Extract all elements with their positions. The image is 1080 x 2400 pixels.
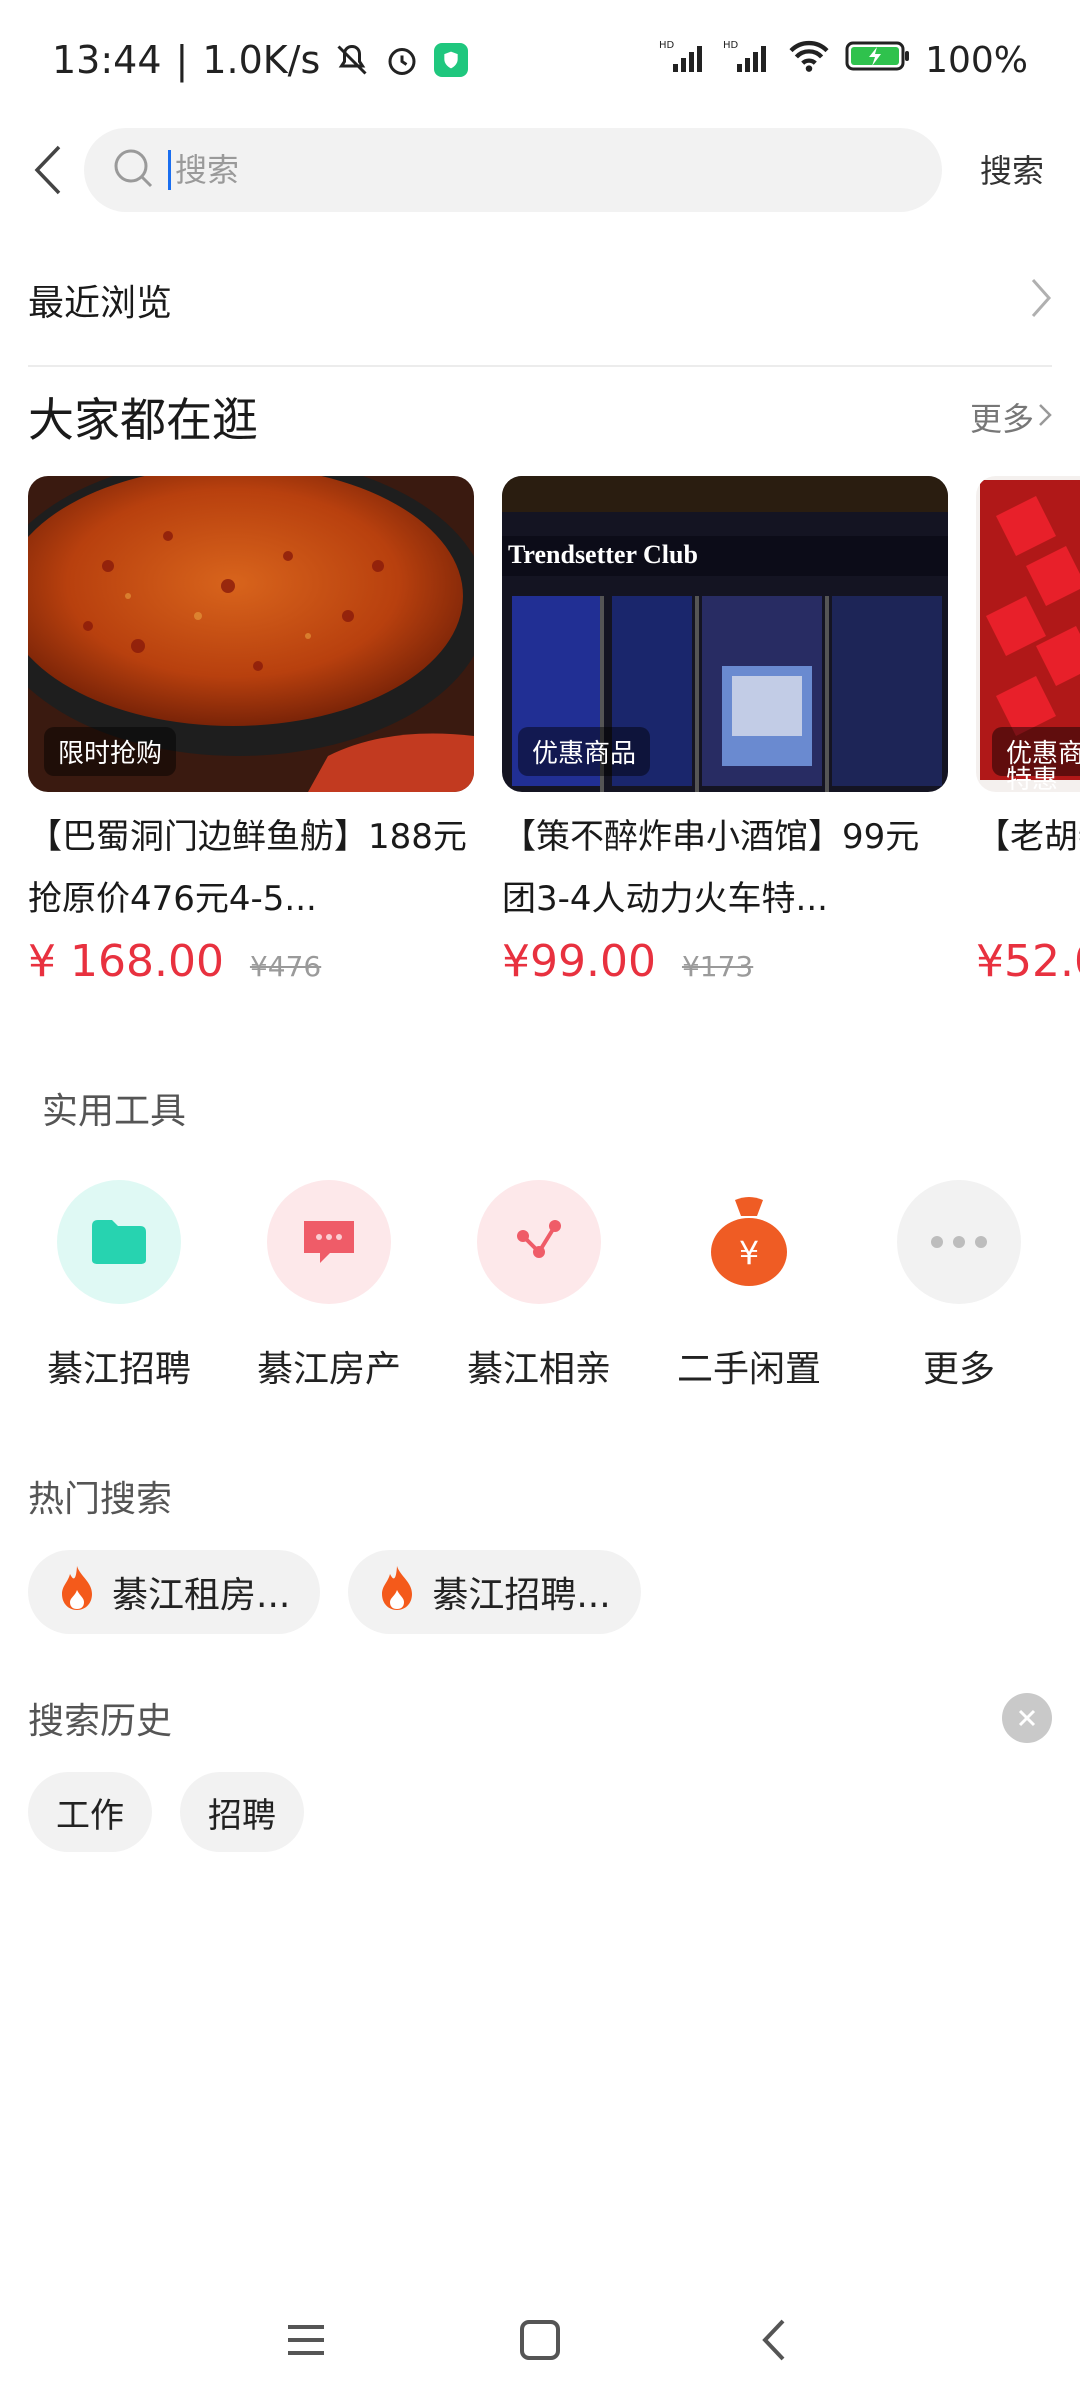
tool-label: 二手闲置: [676, 1349, 821, 1390]
card-tag: 限时抢购: [44, 727, 177, 776]
tool-label: 綦江房产: [256, 1349, 401, 1390]
search-icon: [112, 147, 154, 193]
search-header: 搜索: [0, 128, 1080, 212]
tool-recruitment[interactable]: 綦江招聘: [14, 1180, 224, 1392]
mute-icon: [334, 42, 370, 78]
menu-button[interactable]: [276, 2310, 336, 2370]
product-image-chili: 优惠商 特惠: [976, 476, 1080, 792]
recent-browse-row[interactable]: 最近浏览: [28, 260, 1052, 340]
alarm-icon: [384, 42, 420, 78]
product-card[interactable]: 限时抢购 【巴蜀洞门边鲜鱼舫】188元抢原价476元4-5... ¥ 168.0…: [28, 476, 474, 987]
tool-realestate[interactable]: 綦江房产: [224, 1180, 434, 1392]
flame-icon: [378, 1564, 416, 1621]
folder-icon: [57, 1180, 181, 1304]
battery-percent: 100%: [925, 40, 1028, 81]
home-button[interactable]: [510, 2310, 570, 2370]
card-title: 【策不醉炸串小酒馆】99元团3-4人动力火车特...: [502, 817, 920, 919]
svg-text:HD: HD: [723, 40, 739, 51]
tools-grid: 綦江招聘 綦江房产 綦江相亲 ¥ 二手闲置 更多: [0, 1180, 1080, 1390]
card-price-row: ¥ 168.00 ¥476: [28, 936, 474, 987]
tools-title: 实用工具: [42, 1091, 187, 1132]
card-price: ¥99.00: [502, 936, 656, 987]
hot-search-chip[interactable]: 綦江招聘...: [348, 1550, 641, 1634]
tool-label: 綦江招聘: [46, 1349, 191, 1390]
status-left: 13:44 | 1.0K/s: [52, 38, 469, 82]
card-title: 【老胡特惠2: [976, 817, 1080, 857]
menu-icon: [288, 2325, 324, 2355]
text-caret: [168, 150, 171, 190]
card-price-row: ¥99.00 ¥173: [502, 936, 948, 987]
chevron-right-icon: [1038, 398, 1052, 436]
hot-search-label: 綦江招聘...: [432, 1575, 611, 1616]
card-title: 【巴蜀洞门边鲜鱼舫】188元抢原价476元4-5...: [28, 817, 467, 919]
history-chip[interactable]: 招聘: [180, 1772, 304, 1852]
history-chip[interactable]: 工作: [28, 1772, 152, 1852]
shield-icon: [434, 43, 469, 77]
signal-icon-2: HD: [723, 38, 773, 83]
hot-search-label: 綦江租房...: [112, 1575, 291, 1616]
status-right: HD HD 100%: [659, 38, 1028, 83]
hot-search-list: 綦江租房... 綦江招聘...: [28, 1550, 641, 1634]
tool-dating[interactable]: 綦江相亲: [434, 1180, 644, 1392]
card-price: ¥52.0: [976, 936, 1080, 987]
status-separator: |: [175, 38, 189, 82]
system-nav-bar: [0, 2290, 1080, 2380]
history-title: 搜索历史: [28, 1701, 173, 1742]
search-input[interactable]: [175, 151, 875, 189]
tool-label: 更多: [922, 1349, 995, 1390]
recent-browse-label: 最近浏览: [28, 283, 173, 324]
chevron-right-icon: [1030, 276, 1052, 324]
history-header: 搜索历史: [28, 1688, 1052, 1748]
image-sign-text: Trendsetter Club: [508, 540, 698, 569]
tool-secondhand[interactable]: ¥ 二手闲置: [644, 1180, 854, 1392]
card-price-row: ¥52.0: [976, 936, 1080, 987]
back-button[interactable]: [18, 140, 78, 200]
search-box[interactable]: [84, 128, 942, 212]
trending-title: 大家都在逛: [28, 393, 258, 447]
nav-back-button[interactable]: [744, 2310, 804, 2370]
flame-icon: [58, 1564, 96, 1621]
status-speed: 1.0K/s: [202, 38, 321, 82]
trending-more-link[interactable]: 更多: [970, 394, 1052, 440]
back-icon: [762, 2319, 785, 2361]
svg-text:HD: HD: [659, 40, 675, 51]
wifi-icon: [787, 38, 831, 83]
hot-search-title: 热门搜索: [28, 1479, 173, 1520]
card-original-price: ¥173: [681, 950, 754, 983]
tool-label: 綦江相亲: [466, 1349, 611, 1390]
history-list: 工作 招聘: [28, 1772, 304, 1852]
close-icon: [1018, 1709, 1036, 1727]
card-original-price: ¥476: [249, 950, 322, 983]
trending-carousel[interactable]: 限时抢购 【巴蜀洞门边鲜鱼舫】188元抢原价476元4-5... ¥ 168.0…: [28, 476, 1080, 996]
money-bag-icon: ¥: [687, 1180, 811, 1304]
divider: [28, 365, 1052, 367]
connection-icon: [477, 1180, 601, 1304]
trending-header: 大家都在逛 更多: [28, 382, 1052, 452]
more-dots-icon: [897, 1180, 1021, 1304]
image-sign-text: 特惠: [1006, 765, 1059, 792]
status-bar: 13:44 | 1.0K/s HD HD 100%: [0, 0, 1080, 130]
status-time: 13:44: [52, 38, 162, 82]
clear-history-button[interactable]: [1002, 1693, 1052, 1743]
product-card[interactable]: 优惠商 特惠 【老胡特惠2 ¥52.0: [976, 476, 1080, 987]
more-label: 更多: [969, 400, 1034, 438]
battery-icon: [845, 39, 911, 82]
card-price: ¥ 168.00: [28, 936, 224, 987]
product-image-hotpot: 限时抢购: [28, 476, 474, 792]
product-image-bar: Trendsetter Club 优惠商品: [502, 476, 948, 792]
home-icon: [520, 2320, 560, 2360]
card-tag: 优惠商品: [518, 727, 651, 776]
tool-more[interactable]: 更多: [854, 1180, 1064, 1392]
hot-search-chip[interactable]: 綦江租房...: [28, 1550, 321, 1634]
product-card[interactable]: Trendsetter Club 优惠商品 【策不醉炸串小酒馆】99元团3-4人…: [502, 476, 948, 987]
signal-icon: HD: [659, 38, 709, 83]
svg-text:¥: ¥: [739, 1234, 759, 1272]
search-button[interactable]: 搜索: [980, 146, 1044, 192]
chat-bubble-icon: [267, 1180, 391, 1304]
